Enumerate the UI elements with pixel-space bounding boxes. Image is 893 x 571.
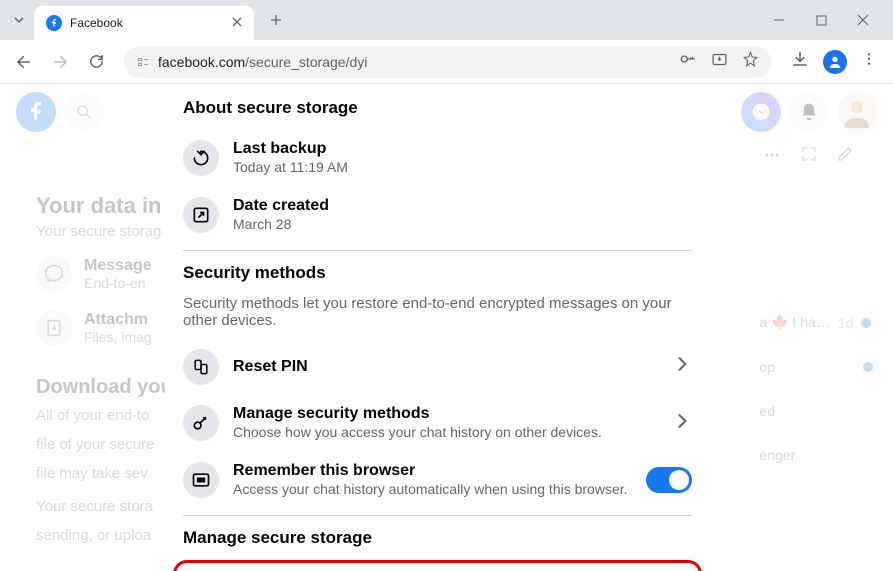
date-created-row: Date createdMarch 28: [183, 187, 692, 244]
window-controls: [767, 8, 889, 32]
page-content: Your data in se Your secure storag Messa…: [0, 84, 893, 571]
highlighted-download-row: Download secure storage dataDownload all…: [173, 560, 702, 571]
back-button[interactable]: [10, 48, 38, 76]
manage-storage-heading: Manage secure storage: [183, 528, 692, 548]
backup-icon: [183, 140, 219, 176]
secure-storage-panel: About secure storage Last backupToday at…: [165, 84, 710, 571]
url-text: facebook.com/secure_storage/dyi: [158, 54, 671, 70]
created-icon: [183, 197, 219, 233]
browser-toolbar: facebook.com/secure_storage/dyi: [0, 40, 893, 84]
tab-title: Facebook: [70, 16, 224, 30]
address-bar[interactable]: facebook.com/secure_storage/dyi: [124, 46, 771, 78]
close-icon[interactable]: [851, 8, 875, 32]
security-heading: Security methods: [183, 263, 692, 283]
facebook-favicon-icon: [46, 15, 62, 31]
install-icon[interactable]: [711, 51, 728, 73]
maximize-icon[interactable]: [809, 8, 833, 32]
tab-close-icon[interactable]: [232, 14, 242, 32]
reset-pin-row[interactable]: Reset PIN: [183, 339, 692, 395]
remember-browser-toggle[interactable]: [646, 467, 692, 493]
reload-button[interactable]: [82, 48, 110, 76]
downloads-icon[interactable]: [791, 50, 809, 73]
remember-browser-row: Remember this browserAccess your chat hi…: [183, 452, 692, 509]
tab-dropdown-button[interactable]: [4, 6, 34, 34]
key-security-icon: [183, 405, 219, 441]
security-description: Security methods let you restore end-to-…: [183, 295, 692, 329]
browser-tab[interactable]: Facebook: [34, 6, 254, 40]
chevron-right-icon: [672, 354, 692, 379]
pin-icon: [183, 349, 219, 385]
bookmark-icon[interactable]: [742, 51, 759, 73]
site-info-icon[interactable]: [136, 55, 150, 69]
minimize-icon[interactable]: [767, 8, 791, 32]
profile-icon[interactable]: [823, 50, 847, 74]
about-heading: About secure storage: [183, 98, 692, 118]
menu-icon[interactable]: [861, 51, 877, 72]
last-backup-row: Last backupToday at 11:19 AM: [183, 130, 692, 187]
chevron-right-icon: [672, 411, 692, 436]
window-titlebar: Facebook: [0, 0, 893, 40]
browser-icon: [183, 462, 219, 498]
new-tab-button[interactable]: [262, 6, 290, 34]
manage-security-row[interactable]: Manage security methodsChoose how you ac…: [183, 395, 692, 452]
forward-button[interactable]: [46, 48, 74, 76]
key-icon[interactable]: [679, 50, 697, 73]
